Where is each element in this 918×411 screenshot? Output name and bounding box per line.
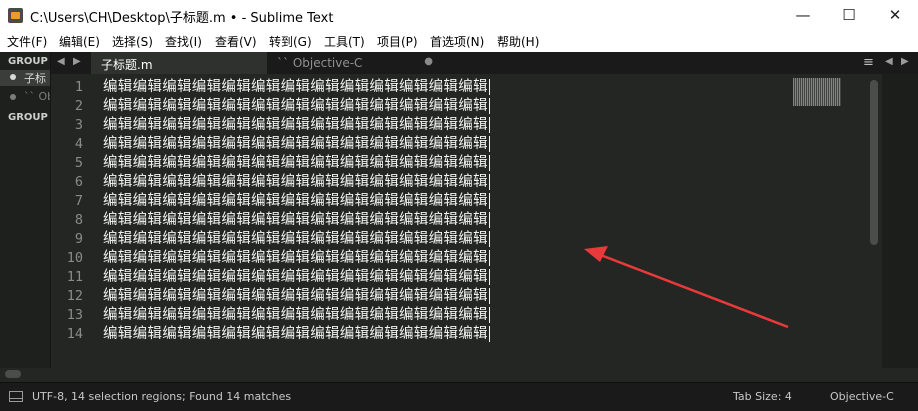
arrow-shaft	[597, 252, 789, 329]
annotation-arrow	[584, 246, 789, 329]
arrow-head-icon	[584, 246, 608, 262]
